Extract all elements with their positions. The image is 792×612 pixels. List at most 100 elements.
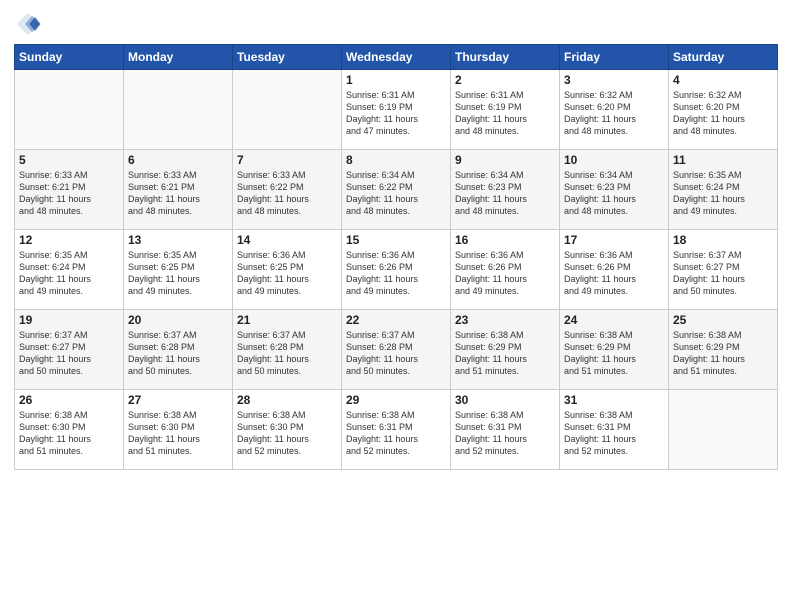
cell-content: Sunrise: 6:33 AM Sunset: 6:22 PM Dayligh…: [237, 169, 337, 218]
calendar-week-row: 19 Sunrise: 6:37 AM Sunset: 6:27 PM Dayli…: [15, 310, 778, 390]
weekday-header: Saturday: [669, 45, 778, 70]
calendar-cell: 28 Sunrise: 6:38 AM Sunset: 6:30 PM Dayli…: [233, 390, 342, 470]
cell-content: Sunrise: 6:35 AM Sunset: 6:25 PM Dayligh…: [128, 249, 228, 298]
calendar-cell: 3 Sunrise: 6:32 AM Sunset: 6:20 PM Daylig…: [560, 70, 669, 150]
weekday-header: Thursday: [451, 45, 560, 70]
calendar-cell: 6Sunrise: 6:33 AM Sunset: 6:21 PM Daylig…: [124, 150, 233, 230]
weekday-header: Wednesday: [342, 45, 451, 70]
cell-content: Sunrise: 6:38 AM Sunset: 6:29 PM Dayligh…: [673, 329, 773, 378]
day-number: 12: [19, 233, 119, 247]
cell-content: Sunrise: 6:37 AM Sunset: 6:27 PM Dayligh…: [673, 249, 773, 298]
calendar-table: SundayMondayTuesdayWednesdayThursdayFrid…: [14, 44, 778, 470]
day-number: 16: [455, 233, 555, 247]
calendar-cell: 9 Sunrise: 6:34 AM Sunset: 6:23 PM Daylig…: [451, 150, 560, 230]
cell-content: Sunrise: 6:37 AM Sunset: 6:28 PM Dayligh…: [237, 329, 337, 378]
cell-content: Sunrise: 6:37 AM Sunset: 6:28 PM Dayligh…: [128, 329, 228, 378]
weekday-header: Friday: [560, 45, 669, 70]
day-number: 2: [455, 73, 555, 87]
cell-content: Sunrise: 6:34 AM Sunset: 6:23 PM Dayligh…: [455, 169, 555, 218]
day-number: 15: [346, 233, 446, 247]
cell-content: Sunrise: 6:35 AM Sunset: 6:24 PM Dayligh…: [673, 169, 773, 218]
day-number: 25: [673, 313, 773, 327]
calendar-cell: [124, 70, 233, 150]
calendar-cell: 16 Sunrise: 6:36 AM Sunset: 6:26 PM Dayli…: [451, 230, 560, 310]
calendar-cell: 11 Sunrise: 6:35 AM Sunset: 6:24 PM Dayli…: [669, 150, 778, 230]
day-number: 11: [673, 153, 773, 167]
cell-content: Sunrise: 6:38 AM Sunset: 6:31 PM Dayligh…: [564, 409, 664, 458]
calendar-week-row: 1 Sunrise: 6:31 AM Sunset: 6:19 PM Daylig…: [15, 70, 778, 150]
day-number: 29: [346, 393, 446, 407]
day-number: 8: [346, 153, 446, 167]
logo: [14, 10, 46, 38]
page-header: [14, 10, 778, 38]
calendar-cell: [15, 70, 124, 150]
calendar-cell: 24Sunrise: 6:38 AM Sunset: 6:29 PM Dayli…: [560, 310, 669, 390]
day-number: 27: [128, 393, 228, 407]
day-number: 3: [564, 73, 664, 87]
cell-content: Sunrise: 6:38 AM Sunset: 6:30 PM Dayligh…: [237, 409, 337, 458]
cell-content: Sunrise: 6:38 AM Sunset: 6:29 PM Dayligh…: [564, 329, 664, 378]
day-number: 7: [237, 153, 337, 167]
cell-content: Sunrise: 6:35 AM Sunset: 6:24 PM Dayligh…: [19, 249, 119, 298]
calendar-cell: [669, 390, 778, 470]
cell-content: Sunrise: 6:38 AM Sunset: 6:30 PM Dayligh…: [19, 409, 119, 458]
calendar-cell: 26Sunrise: 6:38 AM Sunset: 6:30 PM Dayli…: [15, 390, 124, 470]
day-number: 6: [128, 153, 228, 167]
calendar-cell: 21Sunrise: 6:37 AM Sunset: 6:28 PM Dayli…: [233, 310, 342, 390]
day-number: 23: [455, 313, 555, 327]
day-number: 22: [346, 313, 446, 327]
cell-content: Sunrise: 6:31 AM Sunset: 6:19 PM Dayligh…: [455, 89, 555, 138]
cell-content: Sunrise: 6:36 AM Sunset: 6:25 PM Dayligh…: [237, 249, 337, 298]
calendar-cell: 5Sunrise: 6:33 AM Sunset: 6:21 PM Daylig…: [15, 150, 124, 230]
calendar-cell: 30Sunrise: 6:38 AM Sunset: 6:31 PM Dayli…: [451, 390, 560, 470]
cell-content: Sunrise: 6:34 AM Sunset: 6:23 PM Dayligh…: [564, 169, 664, 218]
calendar-cell: 25 Sunrise: 6:38 AM Sunset: 6:29 PM Dayli…: [669, 310, 778, 390]
cell-content: Sunrise: 6:36 AM Sunset: 6:26 PM Dayligh…: [455, 249, 555, 298]
cell-content: Sunrise: 6:36 AM Sunset: 6:26 PM Dayligh…: [346, 249, 446, 298]
calendar-week-row: 26Sunrise: 6:38 AM Sunset: 6:30 PM Dayli…: [15, 390, 778, 470]
calendar-cell: 17Sunrise: 6:36 AM Sunset: 6:26 PM Dayli…: [560, 230, 669, 310]
day-number: 1: [346, 73, 446, 87]
calendar-cell: 15 Sunrise: 6:36 AM Sunset: 6:26 PM Dayli…: [342, 230, 451, 310]
calendar-cell: 23 Sunrise: 6:38 AM Sunset: 6:29 PM Dayli…: [451, 310, 560, 390]
calendar-cell: 13Sunrise: 6:35 AM Sunset: 6:25 PM Dayli…: [124, 230, 233, 310]
calendar-cell: 22 Sunrise: 6:37 AM Sunset: 6:28 PM Dayli…: [342, 310, 451, 390]
day-number: 10: [564, 153, 664, 167]
calendar-cell: 2 Sunrise: 6:31 AM Sunset: 6:19 PM Daylig…: [451, 70, 560, 150]
calendar-cell: 14Sunrise: 6:36 AM Sunset: 6:25 PM Dayli…: [233, 230, 342, 310]
calendar-week-row: 12 Sunrise: 6:35 AM Sunset: 6:24 PM Dayli…: [15, 230, 778, 310]
day-number: 19: [19, 313, 119, 327]
calendar-cell: [233, 70, 342, 150]
calendar-cell: 18 Sunrise: 6:37 AM Sunset: 6:27 PM Dayli…: [669, 230, 778, 310]
weekday-row: SundayMondayTuesdayWednesdayThursdayFrid…: [15, 45, 778, 70]
calendar-cell: 20 Sunrise: 6:37 AM Sunset: 6:28 PM Dayli…: [124, 310, 233, 390]
calendar-cell: 4 Sunrise: 6:32 AM Sunset: 6:20 PM Daylig…: [669, 70, 778, 150]
cell-content: Sunrise: 6:37 AM Sunset: 6:28 PM Dayligh…: [346, 329, 446, 378]
calendar-cell: 29Sunrise: 6:38 AM Sunset: 6:31 PM Dayli…: [342, 390, 451, 470]
weekday-header: Tuesday: [233, 45, 342, 70]
cell-content: Sunrise: 6:38 AM Sunset: 6:29 PM Dayligh…: [455, 329, 555, 378]
day-number: 28: [237, 393, 337, 407]
cell-content: Sunrise: 6:33 AM Sunset: 6:21 PM Dayligh…: [19, 169, 119, 218]
calendar-cell: 27Sunrise: 6:38 AM Sunset: 6:30 PM Dayli…: [124, 390, 233, 470]
day-number: 20: [128, 313, 228, 327]
calendar-cell: 1Sunrise: 6:31 AM Sunset: 6:19 PM Daylig…: [342, 70, 451, 150]
calendar-cell: 10 Sunrise: 6:34 AM Sunset: 6:23 PM Dayli…: [560, 150, 669, 230]
calendar-body: 1 Sunrise: 6:31 AM Sunset: 6:19 PM Daylig…: [15, 70, 778, 470]
weekday-header: Monday: [124, 45, 233, 70]
weekday-header: Sunday: [15, 45, 124, 70]
cell-content: Sunrise: 6:38 AM Sunset: 6:31 PM Dayligh…: [455, 409, 555, 458]
day-number: 4: [673, 73, 773, 87]
calendar-cell: 7 Sunrise: 6:33 AM Sunset: 6:22 PM Daylig…: [233, 150, 342, 230]
day-number: 17: [564, 233, 664, 247]
calendar-cell: 19 Sunrise: 6:37 AM Sunset: 6:27 PM Dayli…: [15, 310, 124, 390]
calendar-week-row: 5Sunrise: 6:33 AM Sunset: 6:21 PM Daylig…: [15, 150, 778, 230]
day-number: 9: [455, 153, 555, 167]
calendar-cell: 31Sunrise: 6:38 AM Sunset: 6:31 PM Dayli…: [560, 390, 669, 470]
cell-content: Sunrise: 6:32 AM Sunset: 6:20 PM Dayligh…: [673, 89, 773, 138]
cell-content: Sunrise: 6:37 AM Sunset: 6:27 PM Dayligh…: [19, 329, 119, 378]
logo-icon: [14, 10, 42, 38]
cell-content: Sunrise: 6:32 AM Sunset: 6:20 PM Dayligh…: [564, 89, 664, 138]
cell-content: Sunrise: 6:34 AM Sunset: 6:22 PM Dayligh…: [346, 169, 446, 218]
day-number: 18: [673, 233, 773, 247]
